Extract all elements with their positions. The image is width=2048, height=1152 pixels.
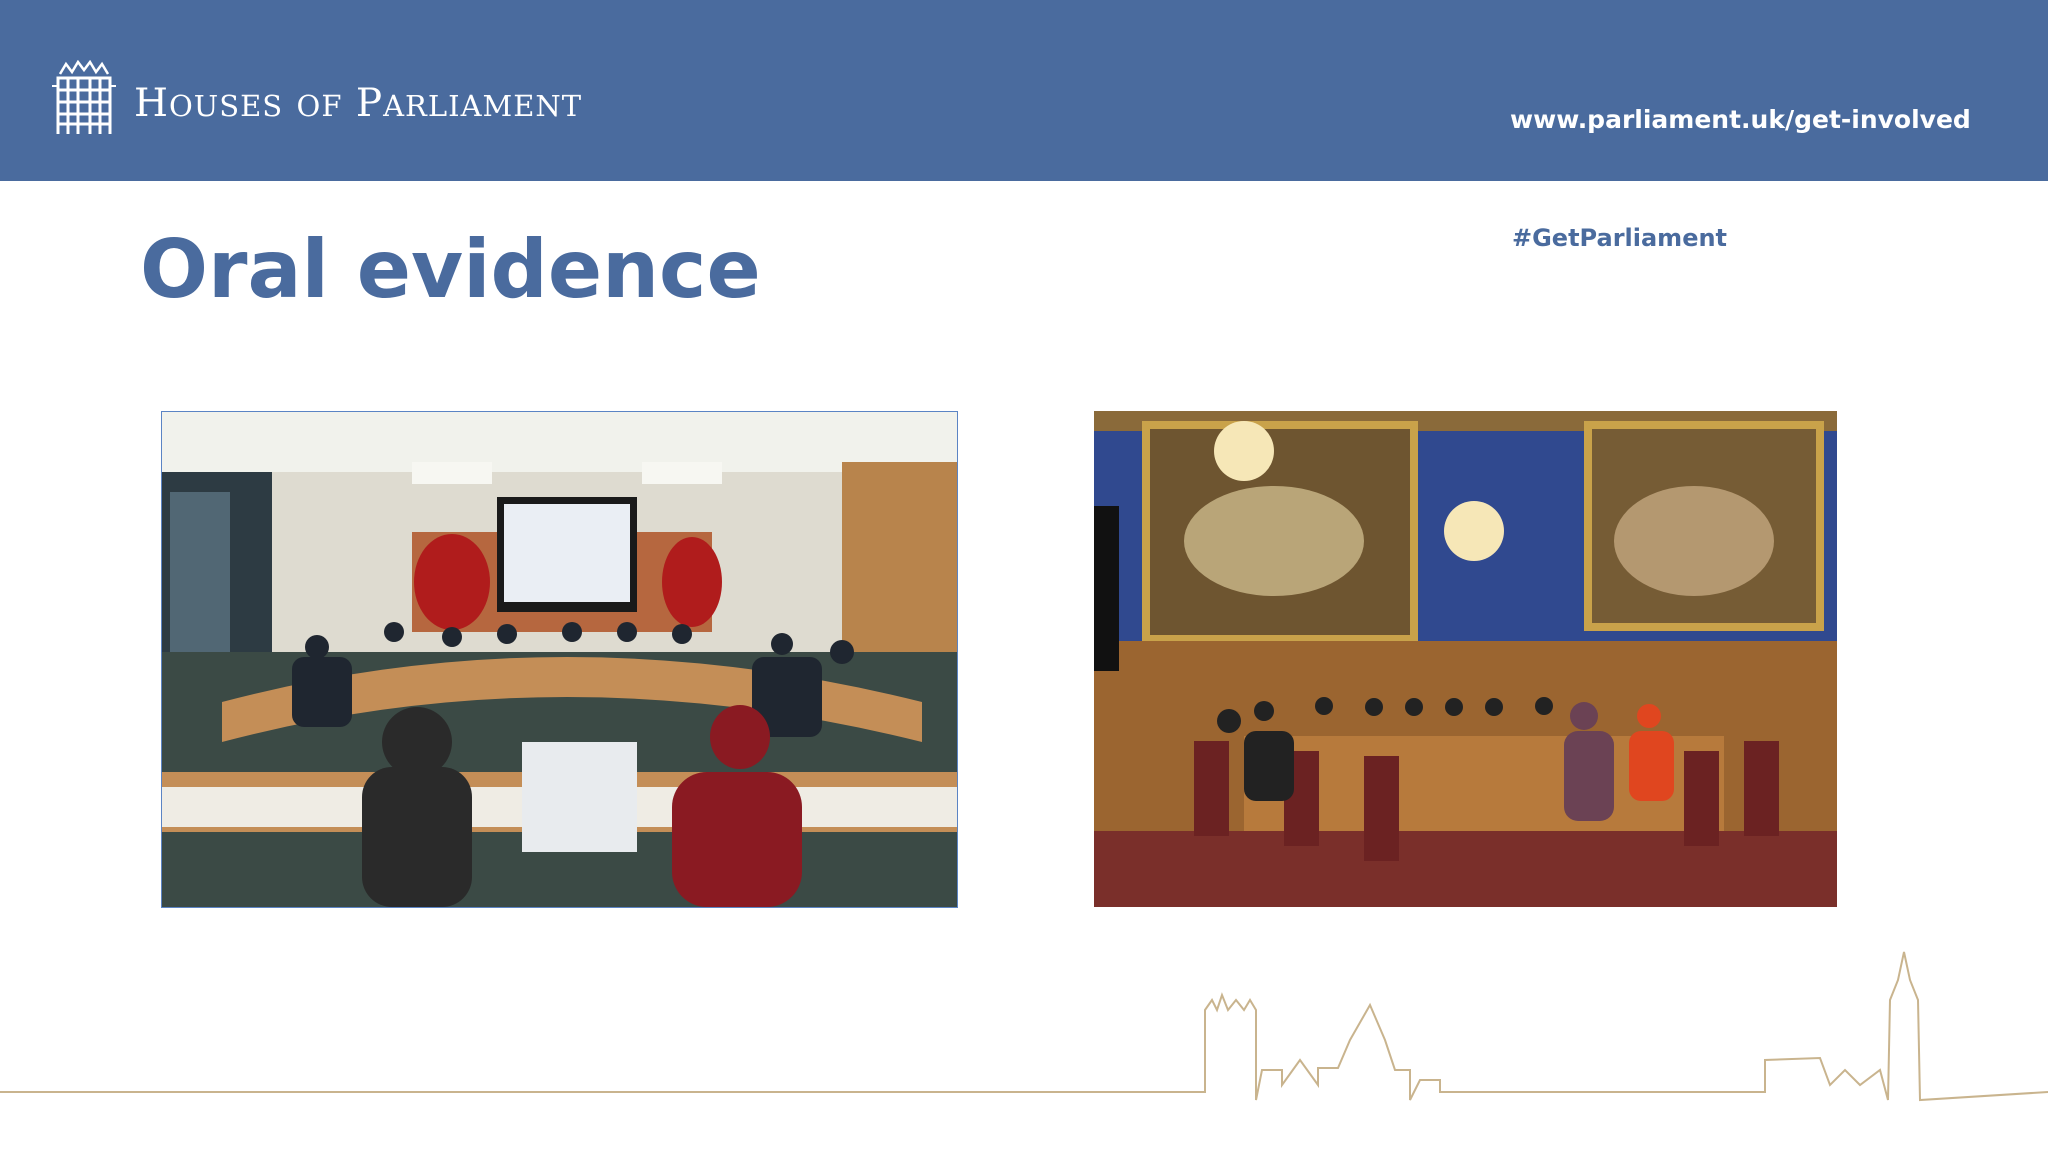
header-bar: HOUSES OF PARLIAMENT www.parliament.uk/g… — [0, 0, 2048, 181]
brand-word-of: OF — [296, 89, 343, 123]
brand-initial-p: P — [355, 81, 384, 126]
brand-word-parliament: ARLIAMENT — [383, 89, 583, 123]
brand-initial-h: H — [134, 81, 170, 126]
website-url[interactable]: www.parliament.uk/get-involved — [1510, 105, 1971, 134]
hashtag: #GetParliament — [1512, 224, 1728, 252]
slide-title: Oral evidence — [140, 223, 761, 316]
westminster-skyline — [0, 951, 2048, 1102]
brand-word-houses: OUSES — [169, 89, 284, 123]
portcullis-icon — [52, 60, 116, 134]
historic-committee-room-photo — [1094, 411, 1837, 907]
committee-room-photo — [161, 411, 958, 908]
brand-wordmark: HOUSES OF PARLIAMENT — [134, 84, 582, 123]
